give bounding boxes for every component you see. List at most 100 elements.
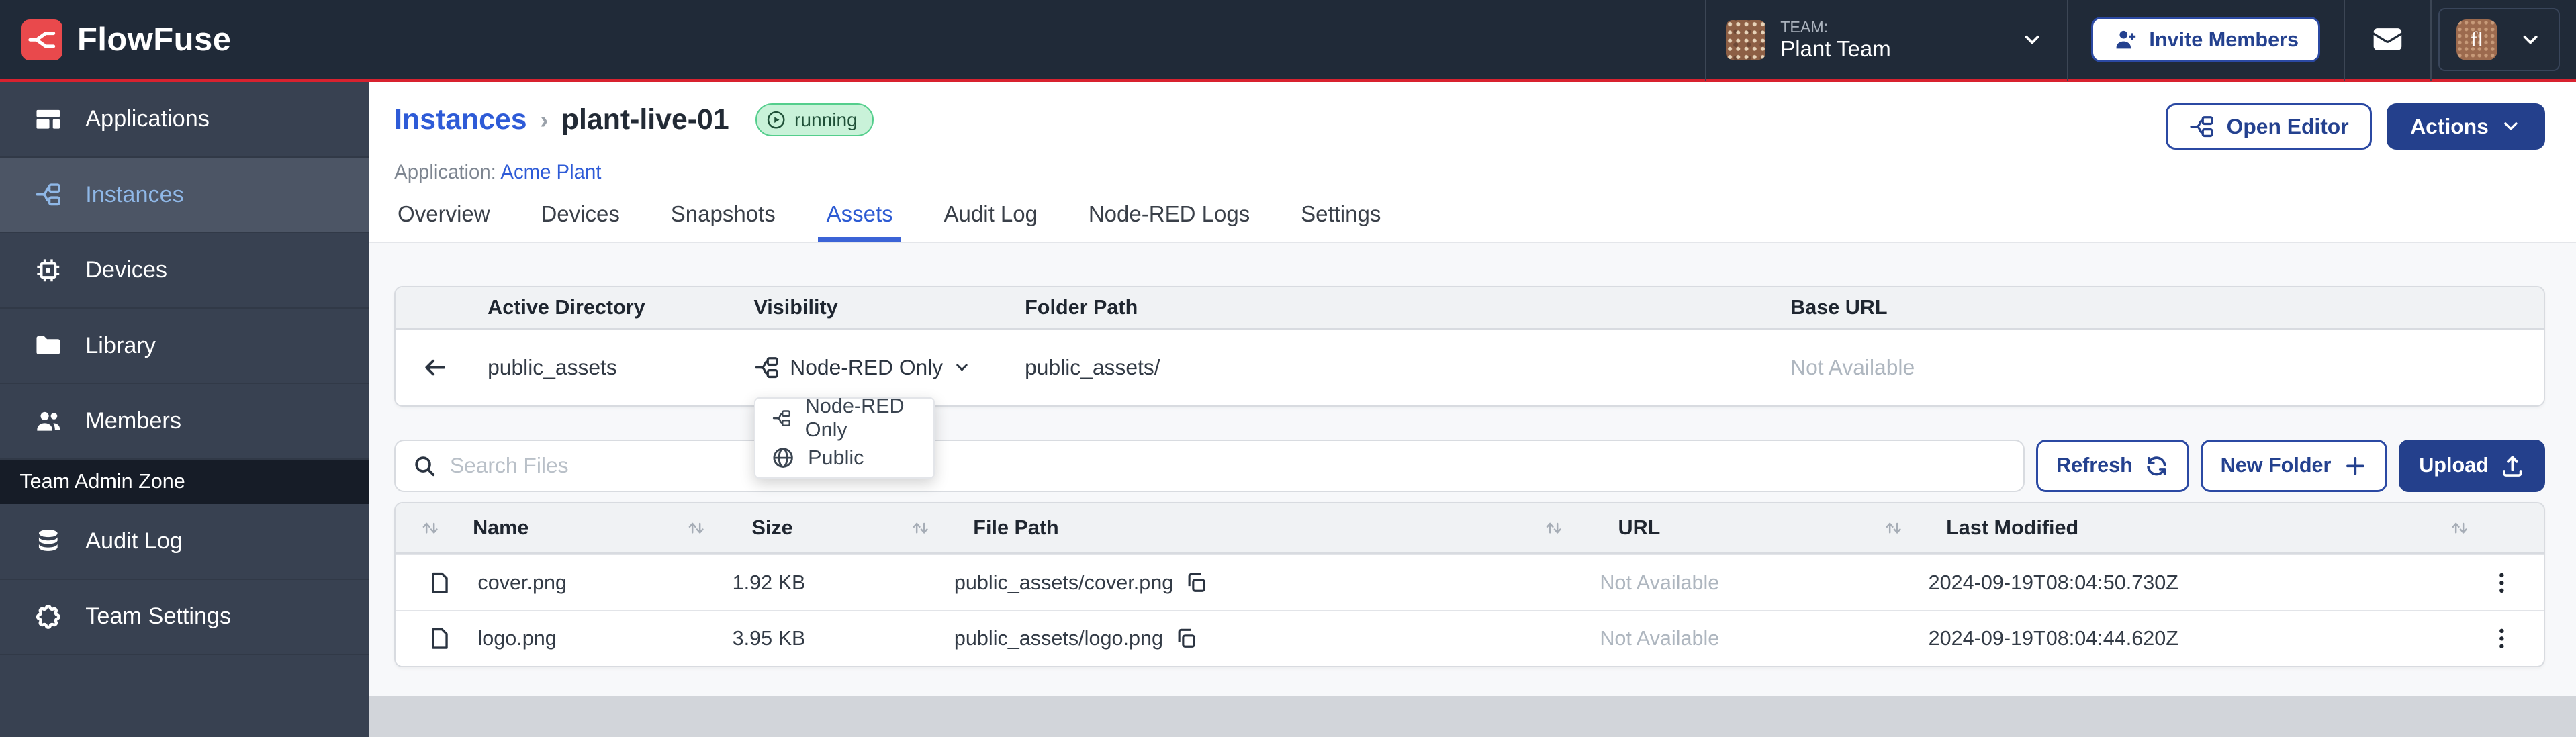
active-directory-table: Active Directory Visibility Folder Path … xyxy=(394,286,2544,407)
invite-members-label: Invite Members xyxy=(2149,28,2299,52)
tab-devices[interactable]: Devices xyxy=(538,201,623,242)
team-label: TEAM: xyxy=(1780,18,1891,36)
col-last-modified[interactable]: Last Modified xyxy=(1884,516,2450,540)
directory-table-header: Active Directory Visibility Folder Path … xyxy=(396,287,2543,330)
tab-assets[interactable]: Assets xyxy=(823,201,896,242)
table-row[interactable]: logo.png 3.95 KB public_assets/logo.png … xyxy=(396,610,2543,666)
invite-members-button[interactable]: Invite Members xyxy=(2091,17,2320,63)
upload-button[interactable]: Upload xyxy=(2399,440,2544,492)
assets-content: Active Directory Visibility Folder Path … xyxy=(369,243,2576,696)
play-circle-icon xyxy=(766,110,786,130)
col-last-modified-label: Last Modified xyxy=(1946,516,2078,540)
sort-icon[interactable] xyxy=(1884,518,1903,538)
sidebar-item-instances[interactable]: Instances xyxy=(0,158,369,234)
tab-snapshots[interactable]: Snapshots xyxy=(668,201,779,242)
page-actions: Open Editor Actions xyxy=(2166,103,2545,150)
application-link[interactable]: Acme Plant xyxy=(500,161,601,183)
files-table: Name Size File Path URL xyxy=(394,502,2544,667)
col-size[interactable]: Size xyxy=(686,516,911,540)
col-active-directory: Active Directory xyxy=(488,296,753,320)
open-editor-button[interactable]: Open Editor xyxy=(2166,103,2373,150)
flowfuse-app: FlowFuse TEAM: Plant Team Invite Members xyxy=(0,0,2576,737)
file-path: public_assets/logo.png xyxy=(954,627,1163,650)
chevron-down-icon xyxy=(2519,28,2542,51)
team-admin-zone-banner: Team Admin Zone xyxy=(0,460,369,504)
sidebar-item-team-settings[interactable]: Team Settings xyxy=(0,580,369,656)
new-folder-button[interactable]: New Folder xyxy=(2201,440,2387,492)
col-name[interactable]: Name xyxy=(396,516,686,540)
directory-name: public_assets xyxy=(488,355,753,380)
chip-icon xyxy=(34,256,62,285)
sidebar-item-audit-log[interactable]: Audit Log xyxy=(0,504,369,580)
folder-icon xyxy=(34,332,62,360)
sidebar-item-label: Library xyxy=(85,333,156,359)
page-header: Instances › plant-live-01 running Open E… xyxy=(369,82,2576,243)
team-switcher[interactable]: TEAM: Plant Team xyxy=(1706,0,2066,79)
sidebar-item-library[interactable]: Library xyxy=(0,309,369,385)
sidebar-item-devices[interactable]: Devices xyxy=(0,233,369,309)
col-url[interactable]: URL xyxy=(1544,516,1884,540)
search-input[interactable] xyxy=(450,453,2007,478)
sort-icon[interactable] xyxy=(911,518,930,538)
sort-icon[interactable] xyxy=(420,518,440,538)
database-icon xyxy=(34,527,62,555)
col-actions xyxy=(2450,518,2543,538)
open-editor-label: Open Editor xyxy=(2227,114,2349,139)
dropdown-option-public[interactable]: Public xyxy=(755,438,933,478)
chevron-down-icon xyxy=(2021,28,2043,51)
kebab-menu-icon[interactable] xyxy=(2489,571,2514,595)
globe-icon xyxy=(772,446,794,469)
breadcrumb-instances-link[interactable]: Instances xyxy=(394,103,526,136)
files-table-header: Name Size File Path URL xyxy=(396,503,2543,554)
page-title: plant-live-01 xyxy=(561,103,729,136)
refresh-button[interactable]: Refresh xyxy=(2036,440,2189,492)
col-file-path[interactable]: File Path xyxy=(911,516,1544,540)
sort-icon[interactable] xyxy=(686,518,706,538)
main-content: Instances › plant-live-01 running Open E… xyxy=(369,82,2576,737)
sidebar-item-label: Members xyxy=(85,408,181,434)
file-icon xyxy=(427,571,452,595)
file-size: 1.92 KB xyxy=(733,571,806,595)
sort-icon[interactable] xyxy=(1544,518,1563,538)
sidebar-item-label: Team Settings xyxy=(85,603,231,630)
directory-folder-path: public_assets/ xyxy=(1025,355,1790,380)
users-icon xyxy=(34,407,62,436)
copy-icon[interactable] xyxy=(1175,627,1197,650)
team-name: Plant Team xyxy=(1780,36,1891,62)
table-row[interactable]: cover.png 1.92 KB public_assets/cover.pn… xyxy=(396,554,2543,609)
tab-audit-log[interactable]: Audit Log xyxy=(941,201,1041,242)
file-size: 3.95 KB xyxy=(733,627,806,650)
actions-button[interactable]: Actions xyxy=(2387,103,2544,150)
breadcrumb: Instances › plant-live-01 running xyxy=(394,103,874,136)
brand-home-link[interactable]: FlowFuse xyxy=(21,19,232,60)
kebab-menu-icon[interactable] xyxy=(2489,626,2514,651)
tab-settings[interactable]: Settings xyxy=(1297,201,1384,242)
sidebar-item-applications[interactable]: Applications xyxy=(0,82,369,158)
refresh-label: Refresh xyxy=(2056,454,2133,477)
file-path: public_assets/cover.png xyxy=(954,571,1173,595)
back-arrow-icon[interactable] xyxy=(422,354,448,381)
sidebar-item-members[interactable]: Members xyxy=(0,384,369,460)
tab-bar: Overview Devices Snapshots Assets Audit … xyxy=(394,201,2544,242)
chevron-down-icon xyxy=(2500,115,2522,137)
application-line: Application: Acme Plant xyxy=(394,161,2544,184)
visibility-select[interactable]: Node-RED Only xyxy=(753,354,1025,381)
user-avatar: fl xyxy=(2456,19,2497,60)
files-toolbar: Refresh New Folder Upload xyxy=(394,440,2544,492)
team-avatar xyxy=(1726,20,1765,60)
tab-overview[interactable]: Overview xyxy=(394,201,493,242)
col-file-path-label: File Path xyxy=(973,516,1058,540)
file-last-modified: 2024-09-19T08:04:50.730Z xyxy=(1929,571,2178,595)
col-url-label: URL xyxy=(1618,516,1661,540)
dropdown-option-node-red-only[interactable]: Node-RED Only xyxy=(755,399,933,438)
tab-node-red-logs[interactable]: Node-RED Logs xyxy=(1085,201,1253,242)
col-visibility: Visibility xyxy=(753,296,1025,320)
user-menu[interactable]: fl xyxy=(2438,8,2559,72)
user-add-icon xyxy=(2113,28,2138,52)
col-folder-path: Folder Path xyxy=(1025,296,1790,320)
node-red-flow-icon xyxy=(753,354,780,381)
sort-icon[interactable] xyxy=(2450,518,2469,538)
instances-icon xyxy=(34,181,62,209)
copy-icon[interactable] xyxy=(1185,571,1207,594)
notifications-button[interactable] xyxy=(2345,0,2430,79)
